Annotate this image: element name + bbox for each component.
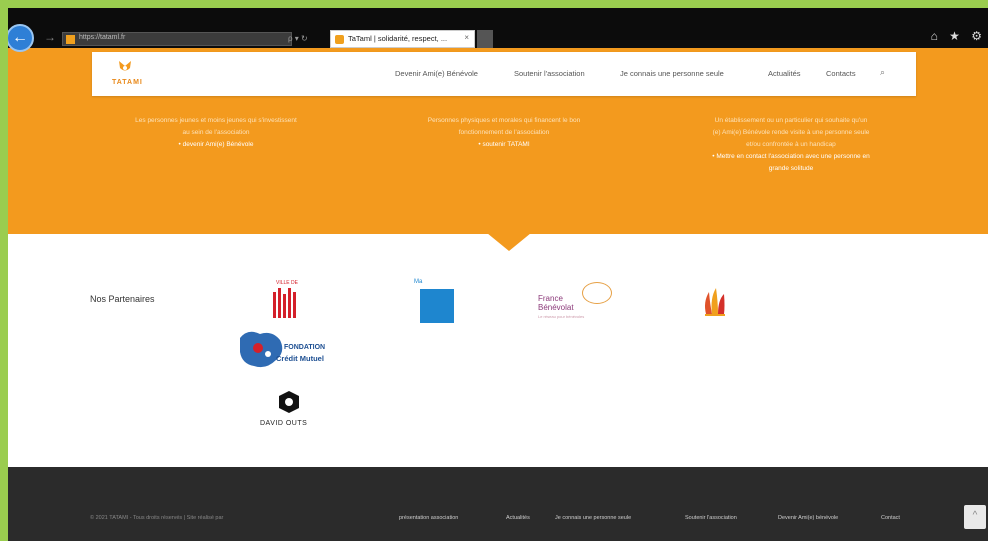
david-outs-text: DAVID OUTS bbox=[260, 420, 308, 427]
browser-tab[interactable]: TaTaml | solidarité, respect, ... × bbox=[330, 30, 475, 48]
footer-link-news[interactable]: Actualités bbox=[506, 515, 530, 521]
site-footer: © 2021 TATAMI - Tous droits réservés | S… bbox=[8, 467, 988, 541]
tatami-logo-icon[interactable] bbox=[118, 59, 132, 73]
flames-icon bbox=[705, 288, 725, 316]
search-icon[interactable]: ⌕ bbox=[880, 67, 885, 78]
nav-contacts[interactable]: Contacts bbox=[826, 69, 856, 78]
flames-partner-logo[interactable] bbox=[700, 284, 730, 318]
hero-col1-line1: Les personnes jeunes et moins jeunes qui… bbox=[135, 117, 297, 124]
footer-link-presentation[interactable]: présentation association bbox=[399, 515, 458, 521]
hero-col1-line2: au sein de l'association bbox=[182, 129, 250, 136]
footer-copyright: © 2021 TATAMI - Tous droits réservés | S… bbox=[90, 515, 224, 521]
credit-mutuel-line1: FONDATION bbox=[284, 344, 326, 351]
france-benevolat-line2: Bénévolat bbox=[538, 303, 574, 312]
contact-association-link-cont[interactable]: grande solitude bbox=[668, 163, 914, 175]
site-logo-text[interactable]: TATAMI bbox=[112, 79, 143, 86]
site-navbar: TATAMI Devenir Ami(e) Bénévole Soutenir … bbox=[92, 52, 916, 96]
contact-association-link[interactable]: • Mettre en contact l'association avec u… bbox=[668, 151, 914, 163]
credit-mutuel-foundation-logo[interactable]: FONDATION Crédit Mutuel bbox=[236, 328, 354, 374]
credit-mutuel-line2: Crédit Mutuel bbox=[276, 354, 324, 363]
browser-viewport: Les personnes jeunes et moins jeunes qui… bbox=[0, 0, 988, 541]
hero-arrow-decoration bbox=[487, 233, 531, 251]
blue-partner-logo[interactable]: Ma bbox=[414, 279, 454, 323]
footer-link-become-volunteer[interactable]: Devenir Ami(e) bénévole bbox=[778, 515, 838, 521]
nav-news[interactable]: Actualités bbox=[768, 69, 801, 78]
nav-become-volunteer[interactable]: Devenir Ami(e) Bénévole bbox=[395, 69, 478, 78]
cloud-icon bbox=[582, 282, 612, 304]
hero-col3-line1: Un établissement ou un particulier qui s… bbox=[714, 117, 868, 124]
become-volunteer-link[interactable]: • devenir Ami(e) Bénévole bbox=[96, 139, 336, 151]
david-outs-logo[interactable]: DAVID OUTS bbox=[260, 390, 322, 434]
address-bar-url[interactable]: https://tataml.fr bbox=[79, 34, 125, 41]
hero-column-supporters: Personnes physiques et morales qui finan… bbox=[384, 115, 624, 151]
tab-close-icon[interactable]: × bbox=[464, 33, 469, 42]
nav-know-lonely-person[interactable]: Je connais une personne seule bbox=[620, 69, 724, 78]
hero-column-establishments: Un établissement ou un particulier qui s… bbox=[668, 115, 914, 175]
hero-col3-line2: (e) Ami(e) Bénévole rende visite à une p… bbox=[712, 129, 870, 136]
frame-top-border bbox=[0, 0, 988, 8]
frame-left-border bbox=[0, 0, 8, 541]
site-favicon-icon bbox=[66, 35, 75, 44]
blue-partner-caption: Ma bbox=[414, 279, 423, 285]
hero-col2-line2: fonctionnement de l'association bbox=[458, 129, 550, 136]
hexagon-icon bbox=[279, 391, 299, 413]
france-benevolat-logo[interactable]: France Bénévolat Le réseau pour bénévole… bbox=[536, 282, 618, 322]
hero-col2-line1: Personnes physiques et morales qui finan… bbox=[427, 117, 581, 124]
lille-logo[interactable]: VILLE DE bbox=[272, 280, 298, 318]
tab-title: TaTaml | solidarité, respect, ... bbox=[348, 34, 448, 43]
footer-link-know-lonely-person[interactable]: Je connais une personne seule bbox=[555, 515, 631, 521]
home-favorites-settings-icons[interactable]: ⌂ ★ ⚙ bbox=[931, 29, 986, 43]
back-arrow-icon[interactable]: ← bbox=[6, 24, 34, 52]
scroll-to-top-button[interactable]: ^ bbox=[964, 505, 986, 529]
footer-link-support[interactable]: Soutenir l'association bbox=[685, 515, 737, 521]
support-tatami-link[interactable]: • soutenir TATAMI bbox=[384, 139, 624, 151]
address-bar[interactable]: https://tataml.fr bbox=[62, 32, 292, 46]
forward-arrow-icon[interactable]: → bbox=[44, 30, 58, 44]
address-bar-controls[interactable]: ρ ▾ ↻ bbox=[288, 32, 328, 46]
hero-col3-line3: et/ou confrontée à un handicap bbox=[746, 141, 836, 148]
tab-favicon-icon bbox=[335, 35, 344, 44]
nav-support-association[interactable]: Soutenir l'association bbox=[514, 69, 585, 78]
france-benevolat-subtitle: Le réseau pour bénévoles bbox=[538, 314, 585, 319]
lille-logo-caption: VILLE DE bbox=[276, 280, 298, 286]
france-benevolat-line1: France bbox=[538, 294, 563, 303]
new-tab-button[interactable] bbox=[477, 30, 493, 48]
partners-heading: Nos Partenaires bbox=[90, 294, 155, 304]
hero-column-volunteers: Les personnes jeunes et moins jeunes qui… bbox=[96, 115, 336, 151]
credit-mutuel-map-icon bbox=[240, 331, 283, 368]
footer-link-contact[interactable]: Contact bbox=[881, 515, 900, 521]
